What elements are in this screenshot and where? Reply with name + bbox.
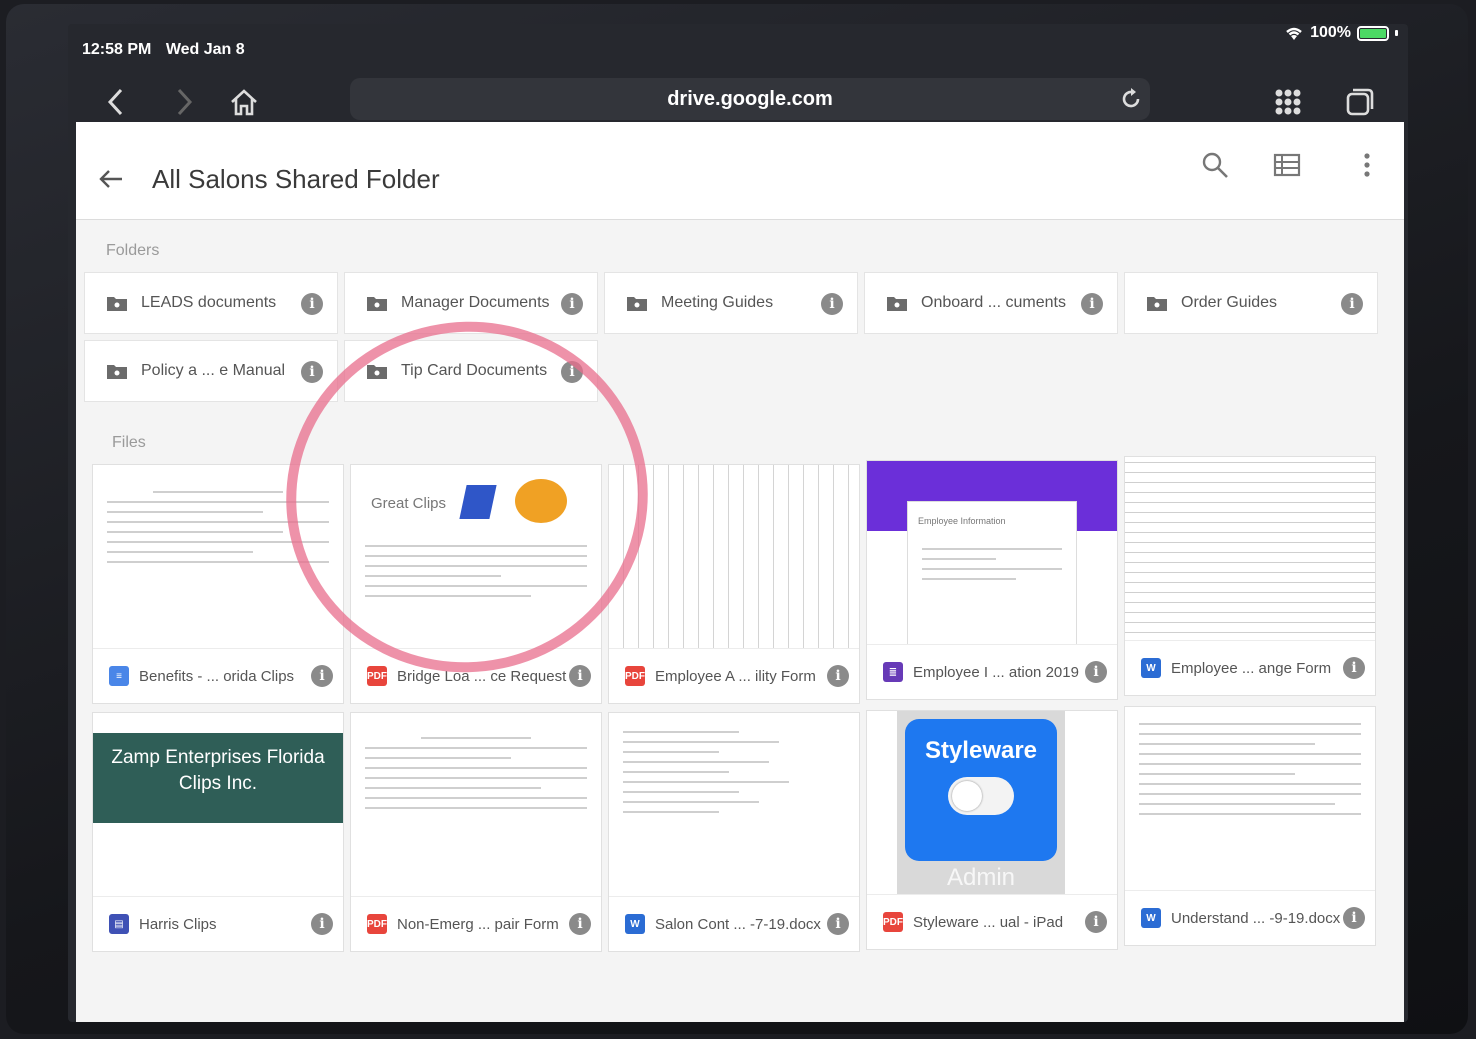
screen: 12:58 PM Wed Jan 8 100% drive.google.com… [68,24,1408,1022]
info-icon[interactable]: i [569,913,591,935]
file-label: Non-Emerg ... pair Form [397,915,559,933]
file-label: Benefits - ... orida Clips [139,667,295,685]
app-bar: All Salons Shared Folder [76,122,1404,220]
info-icon[interactable]: i [301,293,323,315]
shared-folder-icon [1147,297,1167,311]
info-icon[interactable]: i [827,665,849,687]
file-thumbnail [609,713,859,898]
folder-tile[interactable]: LEADS documents i [84,272,338,334]
info-icon[interactable]: i [1085,661,1107,683]
info-icon[interactable]: i [561,293,583,315]
page-title: All Salons Shared Folder [152,164,440,194]
folder-label: Onboard ... cuments [921,294,1066,311]
shared-folder-icon [107,297,127,311]
forms-icon: ≣ [883,662,903,682]
folder-label: Order Guides [1181,294,1278,311]
folder-tile[interactable]: Policy a ... e Manual i [84,340,338,402]
thumbnail-title: Employee Information [918,516,1006,526]
shared-folder-icon [887,297,907,311]
file-card[interactable]: W Employee ... ange Form i [1124,456,1376,696]
pdf-icon: PDF [625,666,645,686]
folder-tile[interactable]: Order Guides i [1124,272,1378,334]
shared-folder-icon [367,297,387,311]
file-thumbnail [1125,457,1375,642]
files-heading: Files [112,434,146,451]
info-icon[interactable]: i [1343,657,1365,679]
file-thumbnail: Zamp Enterprises Florida Clips Inc. [93,713,343,898]
wifi-icon [1286,27,1302,40]
info-icon[interactable]: i [1341,293,1363,315]
tabs-icon[interactable] [1340,82,1380,122]
grid-icon[interactable] [1268,82,1308,122]
file-thumbnail: Employee Information [867,461,1117,646]
file-label: Understand ... -9-19.docx [1171,909,1341,927]
shared-folder-icon [627,297,647,311]
docs-icon: ≡ [109,666,129,686]
more-vert-icon[interactable] [1352,150,1382,180]
info-icon[interactable]: i [1343,907,1365,929]
file-label: Employee A ... ility Form [655,667,816,685]
device-bezel: 12:58 PM Wed Jan 8 100% drive.google.com… [6,4,1468,1034]
back-arrow-icon[interactable] [98,166,124,192]
info-icon[interactable]: i [827,913,849,935]
word-icon: W [1141,658,1161,678]
pdf-icon: PDF [883,912,903,932]
folder-tile[interactable]: Meeting Guides i [604,272,858,334]
reload-icon[interactable] [1118,86,1144,112]
file-thumbnail: Styleware Admin [867,711,1117,896]
folder-label: Manager Documents [401,294,550,311]
battery-percent: 100% [1310,24,1351,41]
info-icon[interactable]: i [569,665,591,687]
forward-icon[interactable] [164,82,204,122]
info-icon[interactable]: i [821,293,843,315]
file-label: Harris Clips [139,915,217,933]
folder-label: Meeting Guides [661,294,774,311]
folder-tile[interactable]: Onboard ... cuments i [864,272,1118,334]
pdf-icon: PDF [367,914,387,934]
back-icon[interactable] [96,82,136,122]
status-date: Wed Jan 8 [165,41,245,58]
info-icon[interactable]: i [301,361,323,383]
info-icon[interactable]: i [311,913,333,935]
file-thumbnail [1125,707,1375,892]
status-time: 12:58 PM [82,41,152,58]
file-label: Employee ... ange Form [1171,659,1332,677]
list-view-icon[interactable] [1272,150,1302,180]
toggle-icon [948,777,1014,815]
file-label: Salon Cont ... -7-19.docx [655,915,821,933]
file-card[interactable]: W Understand ... -9-19.docx i [1124,706,1376,946]
pdf-icon: PDF [367,666,387,686]
status-right: 100% [1284,24,1398,42]
shared-folder-icon [107,365,127,379]
file-label: Styleware ... ual - iPad [913,913,1064,931]
folder-label: LEADS documents [141,294,277,311]
file-card[interactable]: PDF Non-Emerg ... pair Form i [350,712,602,952]
word-icon: W [625,914,645,934]
word-icon: W [1141,908,1161,928]
status-bar: 12:58 PM Wed Jan 8 100% [68,24,1408,72]
file-card[interactable]: Employee Information ≣ Employee I ... at… [866,460,1118,700]
folders-heading: Folders [106,242,160,259]
file-card[interactable]: W Salon Cont ... -7-19.docx i [608,712,860,952]
folder-label: Policy a ... e Manual [141,362,286,379]
file-card[interactable]: Styleware Admin PDF Styleware ... ual - … [866,710,1118,950]
info-icon[interactable]: i [1081,293,1103,315]
url-text: drive.google.com [667,87,833,110]
url-bar[interactable]: drive.google.com [350,78,1150,120]
search-icon[interactable] [1200,150,1230,180]
info-icon[interactable]: i [311,665,333,687]
file-card[interactable]: Zamp Enterprises Florida Clips Inc. ▤ Ha… [92,712,344,952]
slides-icon: ▤ [109,914,129,934]
thumbnail-title: Styleware [924,737,1038,764]
file-label: Employee I ... ation 2019 [913,663,1079,681]
info-icon[interactable]: i [1085,911,1107,933]
file-thumbnail [351,713,601,898]
thumbnail-subtitle: Admin [946,864,1016,891]
drive-page: All Salons Shared Folder Folders LEADS d… [76,122,1404,1022]
home-icon[interactable] [224,82,264,122]
battery-icon [1357,25,1389,41]
thumbnail-banner: Zamp Enterprises Florida Clips Inc. [93,733,343,823]
